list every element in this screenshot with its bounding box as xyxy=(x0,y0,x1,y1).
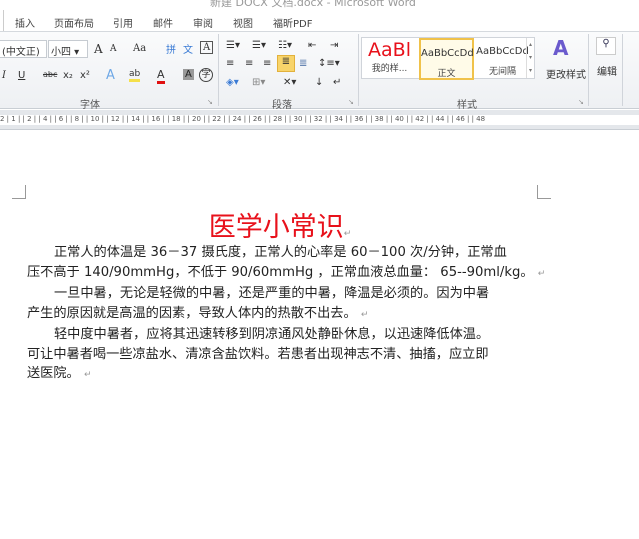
window-title: 新建 DOCX 文档.docx - Microsoft Word xyxy=(210,0,416,9)
borders-icon[interactable]: ⊞▾ xyxy=(252,77,265,88)
enclose-characters-button[interactable]: 字 xyxy=(199,68,213,82)
text-line: 产生的原因就是高温的因素，导致人体内的热散不出去。 ↵ xyxy=(27,304,547,326)
paragraph-mark: ↵ xyxy=(343,229,352,239)
tab-mailings[interactable]: 邮件 xyxy=(153,15,173,30)
style-preview: AaBbCcDd xyxy=(476,46,529,57)
horizontal-ruler[interactable]: 2 | 1 | | 2 | | 4 | | 6 | | 8 | | 10 | |… xyxy=(0,110,639,130)
document-title: 医学小常识↵ xyxy=(0,205,560,244)
underline-button[interactable]: U xyxy=(18,70,25,81)
decrease-indent-icon[interactable]: ⇤ xyxy=(308,40,316,51)
font-size-value: 小四 xyxy=(51,47,71,58)
paragraph-dialog-launcher-icon[interactable]: ↘ xyxy=(348,98,354,106)
ribbon: (中文正) 小四 ▾ A A Aa 拼 文 A I U abc x₂ x² A … xyxy=(0,31,639,111)
title-bar: 新建 DOCX 文档.docx - Microsoft Word xyxy=(0,0,639,10)
change-styles-button[interactable]: 更改样式 xyxy=(546,66,586,81)
title-text: 医学小常识 xyxy=(208,212,344,243)
tab-view[interactable]: 视图 xyxy=(233,15,253,30)
style-no-spacing[interactable]: AaBbCcDd 无间隔 xyxy=(475,38,530,80)
ruler-ticks: 2 | 1 | | 2 | | 4 | | 6 | | 8 | | 10 | |… xyxy=(0,115,639,125)
tab-home[interactable] xyxy=(0,10,4,32)
text-line-content: 产生的原因就是高温的因素，导致人体内的热散不出去。 xyxy=(27,305,357,321)
text-line: 可让中暑者喝一些凉盐水、清凉含盐饮料。若患者出现神志不清、抽搐，应立即 xyxy=(27,346,489,362)
divider xyxy=(588,34,589,106)
text-effect-button[interactable]: A xyxy=(106,68,115,83)
font-name-select[interactable]: (中文正) xyxy=(0,40,47,58)
subscript-button[interactable]: x₂ xyxy=(63,70,73,81)
style-name: 我的样... xyxy=(371,64,408,74)
highlight-button[interactable]: ab xyxy=(129,69,141,82)
editing-button[interactable]: 编辑 xyxy=(597,63,617,78)
divider xyxy=(358,34,359,106)
text-line: 压不高于 140/90mmHg，不低于 90/60mmHg ，正常血液总血量： … xyxy=(27,263,547,285)
justify-icon[interactable]: ≣ xyxy=(277,55,295,72)
sort-icon[interactable]: ↓ xyxy=(315,77,323,88)
line-spacing-icon[interactable]: ↕≡▾ xyxy=(318,58,340,69)
distributed-icon[interactable]: ≣ xyxy=(299,58,307,69)
text-line-content: 压不高于 140/90mmHg，不低于 90/60mmHg ，正常血液总血量： … xyxy=(27,264,534,280)
numbering-icon[interactable]: ☰▾ xyxy=(252,40,266,51)
superscript-button[interactable]: x² xyxy=(80,70,90,81)
align-center-icon[interactable]: ≡ xyxy=(245,58,253,69)
character-border-button[interactable]: A xyxy=(200,41,214,54)
tab-foxit-pdf[interactable]: 福昕PDF xyxy=(273,15,312,30)
phonetic-guide-icon[interactable]: 拼 xyxy=(166,41,176,56)
grow-font-button[interactable]: A xyxy=(94,42,103,56)
document-body[interactable]: 正常人的体温是 36－37 摄氏度，正常人的心率是 60－100 次/分钟，正常… xyxy=(27,243,547,386)
text-line: 送医院。 ↵ xyxy=(27,364,547,386)
phonetic-button[interactable]: 文 xyxy=(183,41,193,56)
strikethrough-button[interactable]: abc xyxy=(43,70,57,79)
increase-indent-icon[interactable]: ⇥ xyxy=(330,40,338,51)
paragraph-group-label: 段落 xyxy=(272,100,292,111)
style-normal[interactable]: AaBbCcDd 正文 xyxy=(419,38,474,80)
margin-corner-mark xyxy=(12,185,26,199)
shrink-font-button[interactable]: A xyxy=(110,44,117,54)
divider xyxy=(622,34,623,106)
styles-gallery: AaBl 我的样... AaBbCcDd 正文 AaBbCcDd 无间隔 ▴ ▾ ▾ xyxy=(361,37,535,80)
font-dialog-launcher-icon[interactable]: ↘ xyxy=(207,98,213,106)
paragraph-mark: ↵ xyxy=(537,268,546,279)
style-name: 无间隔 xyxy=(488,67,516,77)
chinese-layout-icon[interactable]: ✕▾ xyxy=(283,77,296,88)
styles-scroll[interactable]: ▴ ▾ ▾ xyxy=(526,38,534,78)
text-line-content: 送医院。 xyxy=(27,366,80,381)
show-marks-icon[interactable]: ↵ xyxy=(333,77,341,88)
italic-button[interactable]: I xyxy=(2,70,6,81)
change-case-button[interactable]: Aa xyxy=(133,43,146,54)
paragraph-mark: ↵ xyxy=(360,309,369,320)
text-line: 正常人的体温是 36－37 摄氏度，正常人的心率是 60－100 次/分钟，正常… xyxy=(54,245,507,260)
font-color-button[interactable]: A xyxy=(157,68,165,84)
divider xyxy=(218,34,219,106)
character-shading-button[interactable]: A xyxy=(183,69,194,80)
tab-review[interactable]: 审阅 xyxy=(193,15,213,30)
ribbon-tabs: 插入 页面布局 引用 邮件 审阅 视图 福昕PDF xyxy=(0,10,639,32)
tab-page-layout[interactable]: 页面布局 xyxy=(54,15,94,30)
tab-references[interactable]: 引用 xyxy=(113,15,133,30)
style-name: 正文 xyxy=(437,69,456,79)
align-left-icon[interactable]: ≡ xyxy=(226,58,234,69)
style-preview: AaBl xyxy=(368,39,411,61)
align-right-icon[interactable]: ≡ xyxy=(263,58,271,69)
paragraph-mark: ↵ xyxy=(83,370,92,380)
tab-insert[interactable]: 插入 xyxy=(15,15,35,30)
bullets-icon[interactable]: ☰▾ xyxy=(226,40,240,51)
text-line: 一旦中暑，无论是轻微的中暑，还是严重的中暑，降温是必须的。因为中暑 xyxy=(54,286,490,301)
shading-icon[interactable]: ◈▾ xyxy=(226,77,239,88)
font-group-label: 字体 xyxy=(80,100,100,111)
style-my-style[interactable]: AaBl 我的样... xyxy=(362,38,417,80)
font-size-select[interactable]: 小四 ▾ xyxy=(48,40,88,58)
text-line: 轻中度中暑者，应将其迅速转移到阴凉通风处静卧休息，以迅速降低体温。 xyxy=(54,327,490,342)
multilevel-list-icon[interactable]: ☷▾ xyxy=(278,40,292,51)
style-preview: AaBbCcDd xyxy=(421,48,474,59)
change-styles-icon[interactable]: A xyxy=(553,36,568,60)
find-icon[interactable]: ⚲ xyxy=(596,37,616,55)
font-name-value: (中文正) xyxy=(2,47,40,58)
styles-dialog-launcher-icon[interactable]: ↘ xyxy=(578,98,584,106)
margin-corner-mark xyxy=(537,185,551,199)
styles-group-label: 样式 xyxy=(457,100,477,111)
